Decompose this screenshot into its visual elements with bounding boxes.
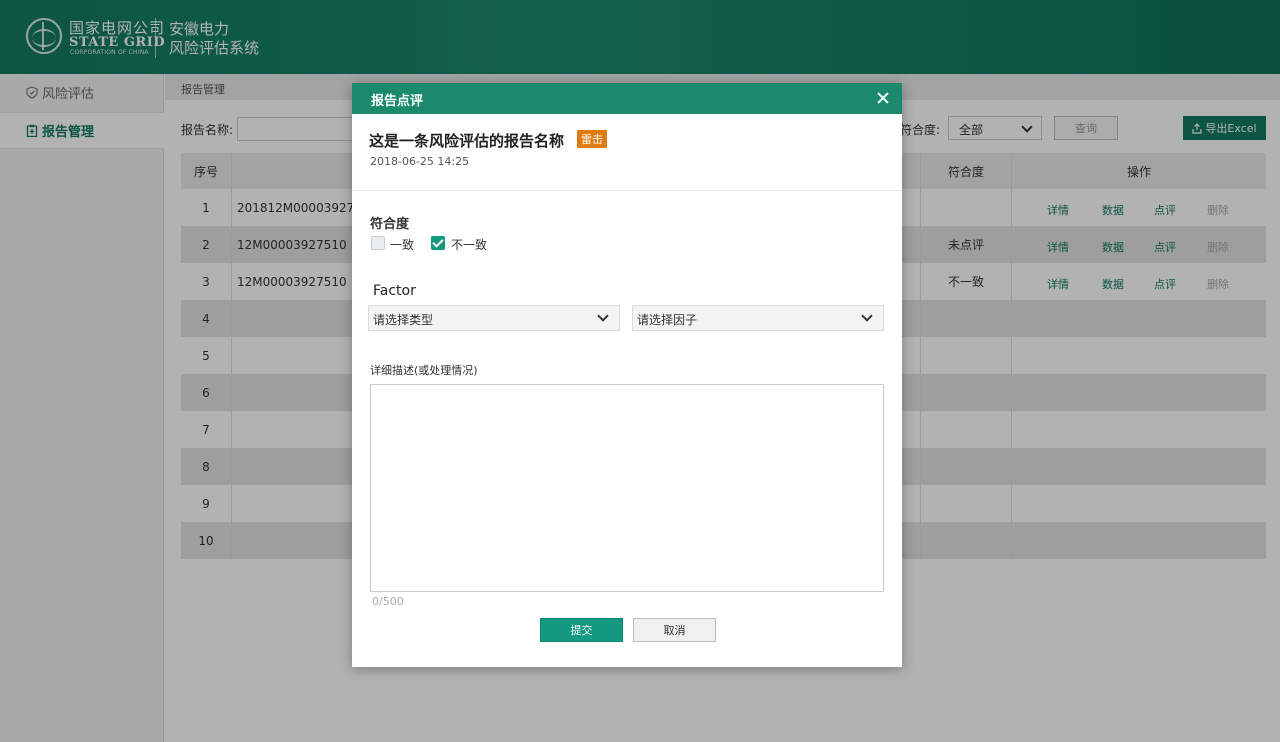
description-label: 详细描述(或处理情况) [370, 364, 478, 377]
conformity-label: 符合度 [370, 217, 410, 232]
report-tag-badge: 雷击 [577, 130, 607, 148]
close-icon[interactable] [876, 91, 890, 105]
type-select[interactable]: 请选择类型 [368, 305, 620, 331]
description-textarea[interactable] [370, 384, 884, 592]
dialog-header: 报告点评 [352, 83, 902, 114]
dialog-title: 报告点评 [371, 94, 424, 109]
consistent-checkbox[interactable] [371, 236, 385, 250]
report-date: 2018-06-25 14:25 [370, 155, 470, 168]
inconsistent-checkbox[interactable] [431, 236, 445, 250]
cancel-button[interactable]: 取消 [633, 618, 716, 642]
chevron-down-icon [597, 310, 609, 322]
consistent-label[interactable]: 一致 [390, 236, 414, 253]
report-name: 这是一条风险评估的报告名称 [369, 132, 565, 150]
character-counter: 0/500 [372, 595, 404, 608]
review-dialog: 报告点评 这是一条风险评估的报告名称 雷击 2018-06-25 14:25 符… [352, 83, 902, 667]
type-select-value: 请选择类型 [373, 313, 434, 327]
chevron-down-icon [861, 310, 873, 322]
dialog-divider [352, 190, 902, 191]
submit-button[interactable]: 提交 [540, 618, 623, 642]
inconsistent-label[interactable]: 不一致 [451, 236, 487, 253]
factor-select-value: 请选择因子 [637, 313, 698, 327]
factor-label: Factor [373, 283, 416, 299]
factor-select[interactable]: 请选择因子 [632, 305, 884, 331]
